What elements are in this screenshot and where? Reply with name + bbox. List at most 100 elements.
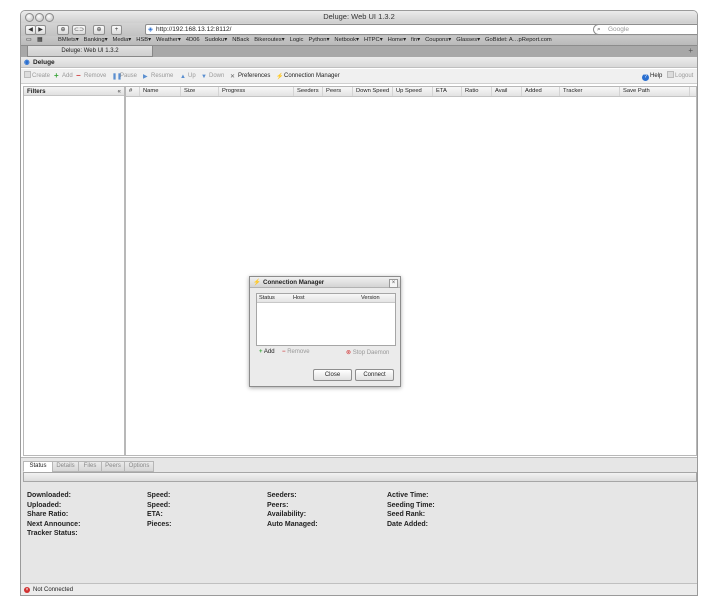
help-button[interactable]: ? Help xyxy=(642,69,662,83)
bookmark-item[interactable]: BMlets▾ xyxy=(58,37,79,43)
app-titlebar: ◉ Deluge xyxy=(21,57,697,68)
url-text: http://192.168.13.12:8112/ xyxy=(156,26,232,33)
host-list: Status Host Version xyxy=(256,293,396,346)
status-label: ETA: xyxy=(147,511,163,519)
column-header[interactable]: Seeders xyxy=(294,87,323,96)
status-label: Date Added: xyxy=(387,520,428,528)
column-header[interactable]: Tracker xyxy=(560,87,620,96)
minimize-window-button[interactable] xyxy=(35,13,44,22)
deluge-app: ◉ Deluge Create + Add − Remove ❚❚Pause ▶ Re… xyxy=(21,57,697,595)
bookmark-item[interactable]: Python▾ xyxy=(308,37,329,43)
bookmark-item[interactable]: Banking▾ xyxy=(84,37,108,43)
connection-manager-button[interactable]: ⚡Connection Manager xyxy=(276,69,340,83)
app-title: Deluge xyxy=(33,59,55,66)
column-header[interactable]: Added xyxy=(522,87,560,96)
status-label: Tracker Status: xyxy=(27,530,78,538)
host-list-header: Status Host Version xyxy=(257,294,395,303)
history-button[interactable]: ⊕ xyxy=(57,25,69,35)
bookmark-item[interactable]: Netbook▾ xyxy=(334,37,359,43)
close-window-button[interactable] xyxy=(25,13,34,22)
column-header[interactable]: # xyxy=(126,87,140,96)
tab-deluge[interactable]: Deluge: Web UI 1.3.2 xyxy=(27,46,153,57)
new-tab-button[interactable]: + xyxy=(688,46,693,56)
preferences-button[interactable]: ✕ Preferences xyxy=(230,69,270,83)
site-icon: ◈ xyxy=(148,26,153,33)
stop-daemon-button[interactable]: ⊗ Stop Daemon xyxy=(346,349,389,356)
disconnected-icon: × xyxy=(24,587,30,593)
bookmark-item[interactable]: HTPC▾ xyxy=(364,37,383,43)
status-bar: × Not Connected xyxy=(21,583,697,595)
arrow-down-icon: ▼ xyxy=(201,74,207,80)
browser-toolbar: ◀ ▶ ⊕ ⊂⊃ ⊕ + ◈ http://192.168.13.12:8112… xyxy=(21,23,697,36)
add-bookmark-button[interactable]: + xyxy=(111,25,122,35)
column-header[interactable]: Peers xyxy=(323,87,353,96)
tab-bar: Deluge: Web UI 1.3.2 + xyxy=(21,45,697,57)
host-column[interactable]: Host xyxy=(293,294,305,302)
tab-label: Deluge: Web UI 1.3.2 xyxy=(61,48,119,54)
bookmark-item[interactable]: Coupons▾ xyxy=(425,37,451,43)
bookmark-item[interactable]: Home▾ xyxy=(388,37,406,43)
status-label: Speed: xyxy=(147,501,171,509)
bookmark-item[interactable]: NBack xyxy=(232,37,249,43)
zoom-window-button[interactable] xyxy=(45,13,54,22)
column-header[interactable]: Up Speed xyxy=(393,87,433,96)
status-label: Active Time: xyxy=(387,492,429,499)
bookmark-item[interactable]: GoBidet: A…pReport.com xyxy=(485,37,552,43)
details-panel: Status Details Files Peers Options Downloade… xyxy=(21,457,697,584)
column-header[interactable]: Avail xyxy=(492,87,522,96)
close-button[interactable]: Close xyxy=(313,369,352,381)
resume-button[interactable]: ▶ Resume xyxy=(143,69,173,83)
collapse-filters-button[interactable]: « xyxy=(118,87,121,96)
forward-button[interactable]: ▶ xyxy=(35,25,46,35)
status-label: Share Ratio: xyxy=(27,511,69,519)
create-button[interactable]: Create xyxy=(24,69,50,83)
snapback-button[interactable]: ⊕ xyxy=(93,25,105,35)
connection-status: Not Connected xyxy=(33,587,74,593)
bookmark-item[interactable]: Logic xyxy=(290,37,304,43)
create-icon xyxy=(24,71,31,78)
url-bar[interactable]: ◈ http://192.168.13.12:8112/ ↻ xyxy=(145,24,609,35)
queue-up-button[interactable]: ▲ Up xyxy=(180,69,196,83)
logout-button[interactable]: Logout xyxy=(667,69,693,83)
column-header[interactable]: Ratio xyxy=(462,87,492,96)
queue-down-button[interactable]: ▼ Down xyxy=(201,69,224,83)
torrent-grid: # Name Size Progress Seeders Peers Down Speed U… xyxy=(125,86,697,456)
status-label: Seeders: xyxy=(267,492,297,499)
play-icon: ▶ xyxy=(143,74,148,80)
search-input[interactable]: ⌕ Google xyxy=(593,24,697,35)
remove-icon: − xyxy=(76,71,81,80)
bookmark-item[interactable]: Weather▾ xyxy=(156,37,181,43)
dialog-close-button[interactable]: × xyxy=(389,279,398,288)
remove-button[interactable]: − Remove xyxy=(76,69,106,83)
window-title: Deluge: Web UI 1.3.2 xyxy=(323,12,395,21)
bookmark-item[interactable]: fin▾ xyxy=(411,37,420,43)
add-button[interactable]: + Add xyxy=(54,69,73,83)
bookmark-item[interactable]: Bikeroutes▾ xyxy=(254,37,284,43)
status-column[interactable]: Status xyxy=(259,294,275,302)
bookmarks-bar: ▭ ▦ BMlets▾ Banking▾ Media▾ HSB▾ Weather▾ 4D0… xyxy=(21,36,697,45)
pause-icon: ❚❚ xyxy=(112,74,123,80)
bookmark-item[interactable]: Glasses▾ xyxy=(456,37,480,43)
bookmark-item[interactable]: HSB▾ xyxy=(136,37,151,43)
status-fields: Downloaded: Uploaded: Share Ratio: Next Ann… xyxy=(21,458,697,584)
remove-host-button[interactable]: − Remove xyxy=(282,349,310,355)
bookmark-item[interactable]: Media▾ xyxy=(113,37,132,43)
bookmark-view-button[interactable]: ⊂⊃ xyxy=(72,25,86,35)
book-icon[interactable]: ▭ xyxy=(26,36,31,45)
connect-button[interactable]: Connect xyxy=(355,369,394,381)
column-header[interactable]: Save Path xyxy=(620,87,690,96)
bookmark-item[interactable]: Sudoku▾ xyxy=(205,37,228,43)
top-sites-icon[interactable]: ▦ xyxy=(37,36,42,45)
search-icon: ⌕ xyxy=(597,26,601,33)
bookmark-item[interactable]: 4D06 xyxy=(186,37,200,43)
column-header[interactable]: Down Speed xyxy=(353,87,393,96)
pause-button[interactable]: ❚❚Pause xyxy=(112,69,137,83)
version-column[interactable]: Version xyxy=(361,294,380,302)
status-label: Seed Rank: xyxy=(387,511,426,519)
column-header[interactable]: Progress xyxy=(219,87,294,96)
column-header[interactable]: Name xyxy=(140,87,181,96)
add-host-button[interactable]: + Add xyxy=(259,349,275,355)
column-header[interactable]: Size xyxy=(181,87,219,96)
column-header[interactable]: ETA xyxy=(433,87,462,96)
window-titlebar: Deluge: Web UI 1.3.2 xyxy=(21,11,697,23)
